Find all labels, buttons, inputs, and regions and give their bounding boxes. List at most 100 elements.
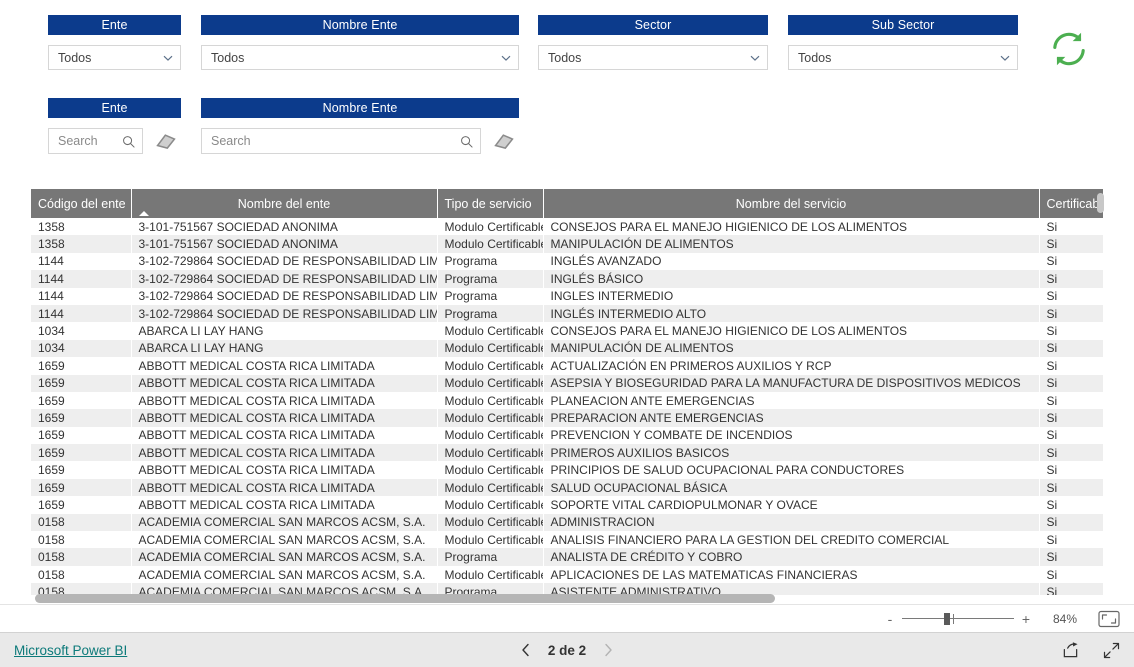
table-cell: 1659 [31, 357, 132, 375]
table-cell: Si [1039, 496, 1103, 514]
table-cell: 1659 [31, 478, 132, 497]
table-row[interactable]: 1034 ABARCA LI LAY HANG Modulo Certificabl… [31, 339, 1103, 358]
column-header-2[interactable]: Tipo de servicio [437, 189, 544, 218]
table-row[interactable]: 1659 ABBOTT MEDICAL COSTA RICA LIMITADA Mo… [31, 357, 1103, 375]
eraser-icon[interactable] [491, 128, 517, 154]
share-icon[interactable] [1062, 641, 1079, 659]
slicer-sector-dropdown: Sector Todos [538, 15, 768, 70]
search-box-ente[interactable] [48, 128, 143, 154]
eraser-icon[interactable] [153, 128, 179, 154]
report-canvas: Ente Todos Nombre Ente Todos Sector Todo… [0, 0, 1134, 603]
search-box-nombre-ente[interactable] [201, 128, 481, 154]
fit-to-page-icon[interactable] [1098, 610, 1120, 628]
table-cell: Si [1039, 304, 1103, 323]
previous-page-button[interactable] [520, 643, 532, 657]
table-row[interactable]: 1659 ABBOTT MEDICAL COSTA RICA LIMITADA Mo… [31, 444, 1103, 462]
table-row[interactable]: 0158 ACADEMIA COMERCIAL SAN MARCOS ACSM, … [31, 565, 1103, 584]
column-header-label: Nombre del servicio [735, 196, 847, 211]
table-cell: 1659 [31, 409, 132, 427]
table-row[interactable]: 1659 ABBOTT MEDICAL COSTA RICA LIMITADA Mo… [31, 391, 1103, 410]
table-vertical-scrollbar[interactable] [1097, 193, 1104, 213]
fullscreen-icon[interactable] [1103, 642, 1120, 659]
table-cell: MANIPULACIÓN DE ALIMENTOS [543, 235, 1040, 253]
column-header-4[interactable]: Certificable [1039, 189, 1103, 218]
table-row[interactable]: 1358 3-101-751567 SOCIEDAD ANONIMA Modulo … [31, 235, 1103, 253]
column-header-1[interactable]: Nombre del ente [131, 189, 438, 218]
table-cell: Si [1039, 531, 1103, 549]
table-cell: 1659 [31, 426, 132, 445]
zoom-out-button[interactable]: - [882, 612, 898, 626]
dropdown-value: Todos [798, 50, 832, 65]
search-input-ente[interactable] [58, 134, 122, 148]
table-body: 1358 3-101-751567 SOCIEDAD ANONIMA Modulo … [31, 218, 1103, 595]
search-input-nombre-ente[interactable] [211, 134, 460, 148]
table-cell: Si [1039, 374, 1103, 392]
power-bi-report: Ente Todos Nombre Ente Todos Sector Todo… [0, 0, 1134, 667]
table-cell: ACTUALIZACIÓN EN PRIMEROS AUXILIOS Y RCP [543, 357, 1040, 375]
slicer-title: Sub Sector [788, 15, 1018, 35]
table-row[interactable]: 1034 ABARCA LI LAY HANG Modulo Certificabl… [31, 322, 1103, 340]
table-row[interactable]: 1144 3-102-729864 SOCIEDAD DE RESPONSABIL… [31, 304, 1103, 323]
table-row[interactable]: 0158 ACADEMIA COMERCIAL SAN MARCOS ACSM, … [31, 513, 1103, 532]
dropdown-sector[interactable]: Todos [538, 45, 768, 70]
dropdown-sub-sector[interactable]: Todos [788, 45, 1018, 70]
refresh-icon[interactable] [1048, 28, 1090, 70]
table-cell: ABBOTT MEDICAL COSTA RICA LIMITADA [131, 409, 438, 427]
table-row[interactable]: 1659 ABBOTT MEDICAL COSTA RICA LIMITADA Mo… [31, 409, 1103, 427]
table-cell: 3-101-751567 SOCIEDAD ANONIMA [131, 218, 438, 236]
table-row[interactable]: 1659 ABBOTT MEDICAL COSTA RICA LIMITADA Mo… [31, 461, 1103, 479]
table-row[interactable]: 1144 3-102-729864 SOCIEDAD DE RESPONSABIL… [31, 287, 1103, 305]
page-navigation: 2 de 2 [0, 643, 1134, 658]
table-row[interactable]: 1358 3-101-751567 SOCIEDAD ANONIMA Modulo … [31, 218, 1103, 236]
slicer-body: Todos [201, 35, 519, 70]
data-table[interactable]: Código del ente Nombre del ente Tipo de se… [31, 189, 1103, 595]
table-cell: 1659 [31, 391, 132, 410]
table-cell: Si [1039, 565, 1103, 584]
table-cell: SALUD OCUPACIONAL BÁSICA [543, 478, 1040, 497]
table-row[interactable]: 0158 ACADEMIA COMERCIAL SAN MARCOS ACSM, … [31, 531, 1103, 549]
table-cell: 1659 [31, 496, 132, 514]
slicer-search-row [201, 118, 519, 154]
table-row[interactable]: 1659 ABBOTT MEDICAL COSTA RICA LIMITADA Mo… [31, 478, 1103, 497]
table-cell: PREVENCION Y COMBATE DE INCENDIOS [543, 426, 1040, 445]
table-row[interactable]: 1659 ABBOTT MEDICAL COSTA RICA LIMITADA Mo… [31, 496, 1103, 514]
table-row[interactable]: 1659 ABBOTT MEDICAL COSTA RICA LIMITADA Mo… [31, 374, 1103, 392]
zoom-in-button[interactable]: + [1018, 612, 1034, 626]
table-cell: Modulo Certificable [437, 235, 544, 253]
scrollbar-thumb[interactable] [35, 594, 775, 603]
column-header-0[interactable]: Código del ente [31, 189, 132, 218]
table-cell: Si [1039, 513, 1103, 532]
dropdown-ente[interactable]: Todos [48, 45, 181, 70]
table-cell: Si [1039, 426, 1103, 445]
table-row[interactable]: 1144 3-102-729864 SOCIEDAD DE RESPONSABIL… [31, 270, 1103, 288]
column-header-label: Código del ente [38, 196, 126, 211]
microsoft-power-bi-link[interactable]: Microsoft Power BI [14, 643, 127, 658]
table-header-row: Código del ente Nombre del ente Tipo de se… [31, 189, 1103, 218]
table-cell: 0158 [31, 531, 132, 549]
table-cell: Si [1039, 235, 1103, 253]
table-cell: Modulo Certificable [437, 478, 544, 497]
table-cell: ABBOTT MEDICAL COSTA RICA LIMITADA [131, 426, 438, 445]
table-cell: Si [1039, 461, 1103, 479]
chevron-down-icon [999, 52, 1011, 64]
zoom-slider-thumb[interactable] [944, 612, 950, 625]
table-cell: Modulo Certificable [437, 357, 544, 375]
table-cell: CONSEJOS PARA EL MANEJO HIGIENICO DE LOS… [543, 218, 1040, 236]
table-horizontal-scrollbar[interactable] [35, 594, 1095, 603]
table-row[interactable]: 1659 ABBOTT MEDICAL COSTA RICA LIMITADA Mo… [31, 426, 1103, 445]
slicer-search-row [48, 118, 181, 154]
zoom-level-label: 84% [1052, 611, 1078, 626]
dropdown-nombre-ente[interactable]: Todos [201, 45, 519, 70]
table-cell: 3-102-729864 SOCIEDAD DE RESPONSABILIDAD… [131, 270, 438, 288]
table-cell: APLICACIONES DE LAS MATEMATICAS FINANCIE… [543, 565, 1040, 584]
column-header-3[interactable]: Nombre del servicio [543, 189, 1040, 218]
search-icon [122, 135, 135, 148]
table-row[interactable]: 0158 ACADEMIA COMERCIAL SAN MARCOS ACSM, … [31, 548, 1103, 566]
table-cell: Modulo Certificable [437, 496, 544, 514]
table-cell: PREPARACION ANTE EMERGENCIAS [543, 409, 1040, 427]
table-cell: INGLÉS INTERMEDIO ALTO [543, 304, 1040, 323]
table-cell: ABBOTT MEDICAL COSTA RICA LIMITADA [131, 391, 438, 410]
table-body-area[interactable]: 1358 3-101-751567 SOCIEDAD ANONIMA Modulo … [31, 218, 1103, 595]
zoom-slider[interactable] [902, 612, 1014, 626]
table-row[interactable]: 1144 3-102-729864 SOCIEDAD DE RESPONSABIL… [31, 252, 1103, 271]
